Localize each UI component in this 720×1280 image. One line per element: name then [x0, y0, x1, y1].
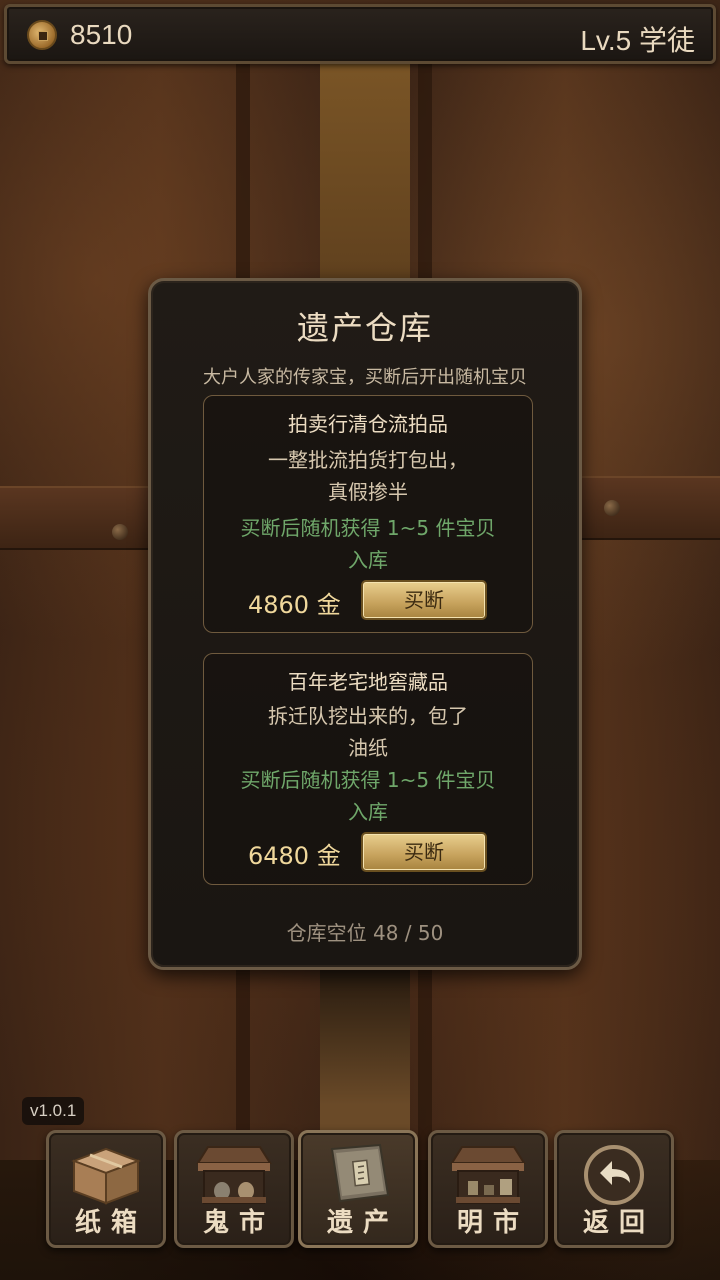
item-price: 4860 金	[248, 591, 341, 619]
heritage-book-icon	[330, 1143, 390, 1203]
item-description: 一整批流拍货打包出，	[268, 448, 468, 472]
return-arrow-icon	[584, 1145, 644, 1205]
rivet	[112, 524, 128, 540]
market-stall-icon	[450, 1146, 526, 1204]
rivet	[604, 500, 620, 516]
player-level: Lv.5 学徒	[580, 25, 695, 56]
buy-button[interactable]: 买断	[361, 832, 487, 872]
item-reward: 买断后随机获得 1~5 件宝贝	[240, 516, 496, 540]
item-description: 真假掺半	[328, 480, 408, 504]
buy-button[interactable]: 买断	[361, 580, 487, 620]
item-description: 油纸	[348, 736, 388, 760]
version-label: v1.0.1	[22, 1097, 85, 1125]
item-title: 拍卖行清仓流拍品	[288, 412, 448, 436]
item-reward: 买断后随机获得 1~5 件宝贝	[240, 768, 496, 792]
item-description: 拆迁队挖出来的，包了	[268, 704, 468, 728]
ghost-market-stall-icon	[196, 1146, 272, 1204]
nav-return-button[interactable]: 返回	[554, 1130, 674, 1248]
nav-label: 鬼市	[202, 1208, 275, 1238]
coin-balance: 8510	[70, 19, 133, 50]
item-reward: 入库	[348, 800, 388, 824]
coin-icon	[27, 20, 57, 50]
nav-box-button[interactable]: 纸箱	[46, 1130, 166, 1248]
dialog-title: 遗产仓库	[296, 309, 433, 347]
item-price: 6480 金	[248, 842, 341, 870]
nav-label: 遗产	[326, 1208, 399, 1238]
nav-open-market-button[interactable]: 明市	[428, 1130, 548, 1248]
warehouse-capacity: 仓库空位 48 / 50	[286, 921, 444, 945]
dialog-subtitle: 大户人家的传家宝，买断后开出随机宝贝	[203, 367, 527, 388]
box-icon	[71, 1147, 141, 1205]
item-card: 百年老宅地窖藏品 拆迁队挖出来的，包了 油纸 买断后随机获得 1~5 件宝贝 入…	[203, 653, 533, 885]
nav-label: 返回	[582, 1208, 655, 1238]
nav-label: 纸箱	[74, 1208, 147, 1238]
nav-ghost-market-button[interactable]: 鬼市	[174, 1130, 294, 1248]
top-status-bar: 8510 Lv.5 学徒	[4, 4, 716, 64]
item-card: 拍卖行清仓流拍品 一整批流拍货打包出， 真假掺半 买断后随机获得 1~5 件宝贝…	[203, 395, 533, 633]
nav-heritage-button[interactable]: 遗产	[298, 1130, 418, 1248]
nav-label: 明市	[456, 1208, 529, 1238]
heritage-warehouse-dialog: 遗产仓库 大户人家的传家宝，买断后开出随机宝贝 拍卖行清仓流拍品 一整批流拍货打…	[148, 278, 582, 970]
item-reward: 入库	[348, 548, 388, 572]
item-title: 百年老宅地窖藏品	[288, 670, 448, 694]
